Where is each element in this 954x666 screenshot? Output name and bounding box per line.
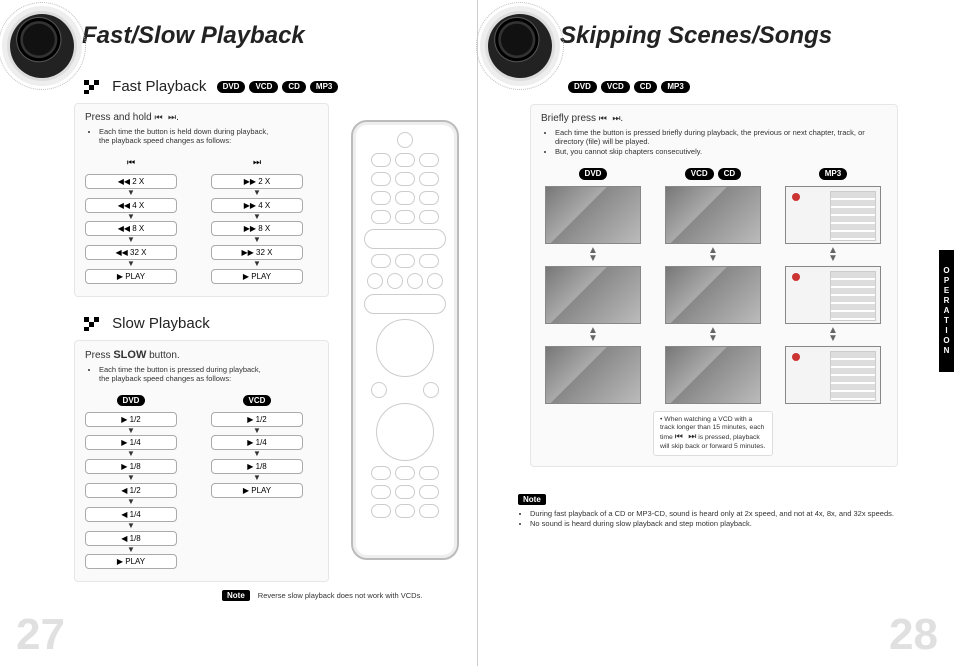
format-pill: MP3 bbox=[661, 81, 689, 93]
page-28: Skipping Scenes/Songs OPERATION DVD VCD … bbox=[477, 0, 954, 666]
speed-step: ▶▶ 32 X bbox=[211, 245, 303, 260]
remote-control-illustration bbox=[351, 120, 459, 560]
page-27: Fast/Slow Playback Fast Playback DVD VCD… bbox=[0, 0, 477, 666]
up-down-arrows-icon: ▲▼ bbox=[708, 327, 718, 343]
format-pill: VCD bbox=[243, 395, 272, 407]
up-down-arrows-icon: ▲▼ bbox=[588, 247, 598, 263]
speed-step: ▶ PLAY bbox=[211, 483, 303, 498]
speed-step: ◀◀ 2 X bbox=[85, 174, 177, 189]
speed-step: ▶ PLAY bbox=[85, 269, 177, 284]
vcd-skip-note: • When watching a VCD with a track longe… bbox=[653, 411, 773, 456]
slow-instruction: Press SLOW button. bbox=[85, 349, 318, 361]
speed-step: ▶ PLAY bbox=[211, 269, 303, 284]
dvd-thumbnail-column: DVD ▲▼ ▲▼ bbox=[541, 168, 645, 456]
format-pill: DVD bbox=[568, 81, 597, 93]
up-down-arrows-icon: ▲▼ bbox=[708, 247, 718, 263]
fast-instruction: Press and hold ⏮ ⏭. bbox=[85, 112, 318, 123]
forward-speed-column: ⏭ ▶▶ 2 X ▼ ▶▶ 4 X ▼ ▶▶ 8 X ▼ ▶▶ 32 X ▼ ▶… bbox=[211, 156, 303, 286]
scene-thumbnail bbox=[545, 266, 641, 324]
skip-bullet: Each time the button is pressed briefly … bbox=[555, 128, 887, 147]
format-pill: MP3 bbox=[310, 81, 338, 93]
up-down-arrows-icon: ▲▼ bbox=[588, 327, 598, 343]
format-pill: DVD bbox=[217, 81, 246, 93]
page-title: Skipping Scenes/Songs bbox=[560, 10, 942, 50]
speed-step: ◀ 1/4 bbox=[85, 507, 177, 522]
speed-step: ▶▶ 8 X bbox=[211, 221, 303, 236]
skip-icons: ⏮ ⏭ bbox=[599, 114, 621, 124]
page-title: Fast/Slow Playback bbox=[82, 10, 465, 50]
note-bullet: During fast playback of a CD or MP3-CD, … bbox=[530, 509, 918, 519]
up-down-arrows-icon: ▲▼ bbox=[828, 327, 838, 343]
speed-step: ◀◀ 32 X bbox=[85, 245, 177, 260]
format-pill: CD bbox=[282, 81, 306, 93]
section-heading-fast: Fast Playback DVD VCD CD MP3 bbox=[84, 78, 465, 95]
speed-step: ▶ 1/8 bbox=[211, 459, 303, 474]
slow-dvd-column: DVD ▶ 1/2▼ ▶ 1/4▼ ▶ 1/8▼ ◀ 1/2▼ ◀ 1/4▼ ◀… bbox=[85, 394, 177, 572]
format-pill: DVD bbox=[579, 168, 608, 180]
speed-step: ◀◀ 4 X bbox=[85, 198, 177, 213]
slow-vcd-column: VCD ▶ 1/2▼ ▶ 1/4▼ ▶ 1/8▼ ▶ PLAY bbox=[211, 394, 303, 572]
note-label: Note bbox=[518, 494, 546, 505]
format-pill: CD bbox=[718, 168, 742, 180]
fast-playback-panel: Press and hold ⏮ ⏭. Each time the button… bbox=[74, 103, 329, 297]
skip-icons: ⏮ ⏭ bbox=[155, 113, 177, 123]
speed-step: ▶▶ 2 X bbox=[211, 174, 303, 189]
note-label: Note bbox=[222, 590, 250, 601]
section-tab: OPERATION bbox=[939, 250, 954, 372]
skip-bullet: But, you cannot skip chapters consecutiv… bbox=[555, 147, 887, 156]
page-number: 27 bbox=[16, 610, 65, 660]
mp3-ui-thumbnail bbox=[785, 186, 881, 244]
speed-step: ▶ PLAY bbox=[85, 554, 177, 569]
mp3-ui-thumbnail bbox=[785, 346, 881, 404]
skipping-panel: Briefly press ⏮ ⏭. Each time the button … bbox=[530, 104, 898, 467]
skip-next-icon: ⏭ bbox=[253, 158, 261, 168]
checker-bullet-icon bbox=[84, 317, 102, 331]
format-pill: DVD bbox=[117, 395, 146, 407]
scene-thumbnail bbox=[545, 346, 641, 404]
mp3-thumbnail-column: MP3 ▲▼ ▲▼ bbox=[781, 168, 885, 456]
speed-step: ▶ 1/4 bbox=[85, 435, 177, 450]
speed-step: ▶ 1/8 bbox=[85, 459, 177, 474]
formats-row: DVD VCD CD MP3 bbox=[562, 78, 942, 96]
reverse-slow-note: Note Reverse slow playback does not work… bbox=[74, 590, 465, 601]
scene-thumbnail bbox=[665, 266, 761, 324]
mp3-ui-thumbnail bbox=[785, 266, 881, 324]
format-pill: VCD bbox=[685, 168, 714, 180]
speed-step: ▶ 1/4 bbox=[211, 435, 303, 450]
format-pill: VCD bbox=[601, 81, 630, 93]
format-pill: CD bbox=[634, 81, 658, 93]
speaker-logo-icon bbox=[10, 14, 74, 78]
checker-bullet-icon bbox=[84, 80, 102, 94]
speed-step: ▶▶ 4 X bbox=[211, 198, 303, 213]
speaker-logo-icon bbox=[488, 14, 552, 78]
vcd-cd-thumbnail-column: VCD CD ▲▼ ▲▼ • When watching a VCD with … bbox=[661, 168, 765, 456]
page-number: 28 bbox=[889, 610, 938, 660]
format-pill: MP3 bbox=[819, 168, 847, 180]
speed-step: ◀ 1/2 bbox=[85, 483, 177, 498]
skip-prev-icon: ⏮ bbox=[127, 158, 135, 168]
scene-thumbnail bbox=[665, 186, 761, 244]
scene-thumbnail bbox=[665, 346, 761, 404]
skip-instruction: Briefly press ⏮ ⏭. bbox=[541, 113, 887, 124]
slow-playback-panel: Press SLOW button. Each time the button … bbox=[74, 340, 329, 583]
format-pill-row: DVD VCD CD MP3 bbox=[217, 81, 339, 93]
speed-step: ◀◀ 8 X bbox=[85, 221, 177, 236]
reverse-speed-column: ⏮ ◀◀ 2 X ▼ ◀◀ 4 X ▼ ◀◀ 8 X ▼ ◀◀ 32 X ▼ ▶… bbox=[85, 156, 177, 286]
speed-step: ◀ 1/8 bbox=[85, 531, 177, 546]
speed-step: ▶ 1/2 bbox=[85, 412, 177, 427]
speed-step: ▶ 1/2 bbox=[211, 412, 303, 427]
note-bullet: No sound is heard during slow playback a… bbox=[530, 519, 918, 529]
up-down-arrows-icon: ▲▼ bbox=[828, 247, 838, 263]
scene-thumbnail bbox=[545, 186, 641, 244]
note-block: Note During fast playback of a CD or MP3… bbox=[518, 489, 918, 529]
format-pill: VCD bbox=[249, 81, 278, 93]
